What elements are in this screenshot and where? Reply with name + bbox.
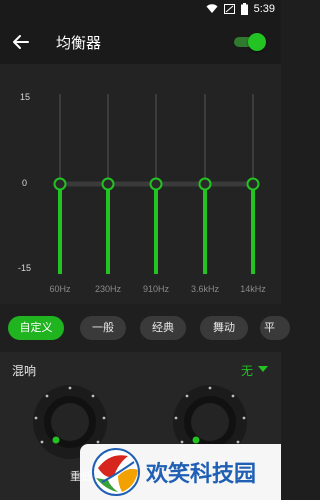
band-slider-thumb[interactable] [149, 177, 163, 191]
signal-icon [223, 4, 235, 14]
band-slider-thumb[interactable] [101, 177, 115, 191]
status-bar: 5:39 [0, 0, 281, 20]
preset-chip-normal[interactable]: 一般 [80, 316, 126, 340]
band-freq-label: 60Hz [49, 284, 71, 294]
equalizer-panel: 15 0 -15 60Hz 230Hz 910Hz 3.6kHz 14kHz [0, 64, 281, 304]
status-icons: 5:39 [206, 3, 275, 15]
equalizer-toggle[interactable] [234, 33, 266, 51]
band-slider-thumb[interactable] [198, 177, 212, 191]
page-title: 均衡器 [56, 34, 102, 52]
band-freq-label: 910Hz [142, 284, 170, 294]
band-freq-label: 3.6kHz [190, 284, 220, 294]
band-freq-label: 14kHz [240, 284, 266, 294]
preset-chip-flat[interactable]: 平 [260, 316, 290, 340]
status-time: 5:39 [253, 3, 275, 15]
app-bar: 均衡器 [0, 20, 281, 64]
wifi-icon [206, 4, 218, 13]
back-button[interactable] [10, 31, 32, 53]
equalizer-sliders [53, 94, 260, 274]
battery-icon [240, 3, 248, 15]
dropdown-caret-icon[interactable] [258, 366, 268, 372]
logo-text: 欢笑科技园 [146, 462, 257, 487]
watermark-logo: 欢笑科技园 [80, 444, 281, 500]
band-slider-thumb[interactable] [53, 177, 67, 191]
reverb-title: 混响 [12, 364, 37, 378]
toggle-knob [248, 33, 266, 51]
reverb-select[interactable]: 无 [241, 362, 253, 379]
preset-chip-dance[interactable]: 舞动 [200, 316, 248, 340]
preset-chip-custom[interactable]: 自定义 [8, 316, 64, 340]
band-freq-label: 230Hz [94, 284, 122, 294]
band-slider-thumb[interactable] [246, 177, 260, 191]
back-arrow-icon [13, 35, 29, 49]
preset-bar: 自定义 一般 经典 舞动 平 [0, 304, 290, 352]
logo-globe-icon [92, 448, 140, 496]
preset-chip-classical[interactable]: 经典 [140, 316, 186, 340]
